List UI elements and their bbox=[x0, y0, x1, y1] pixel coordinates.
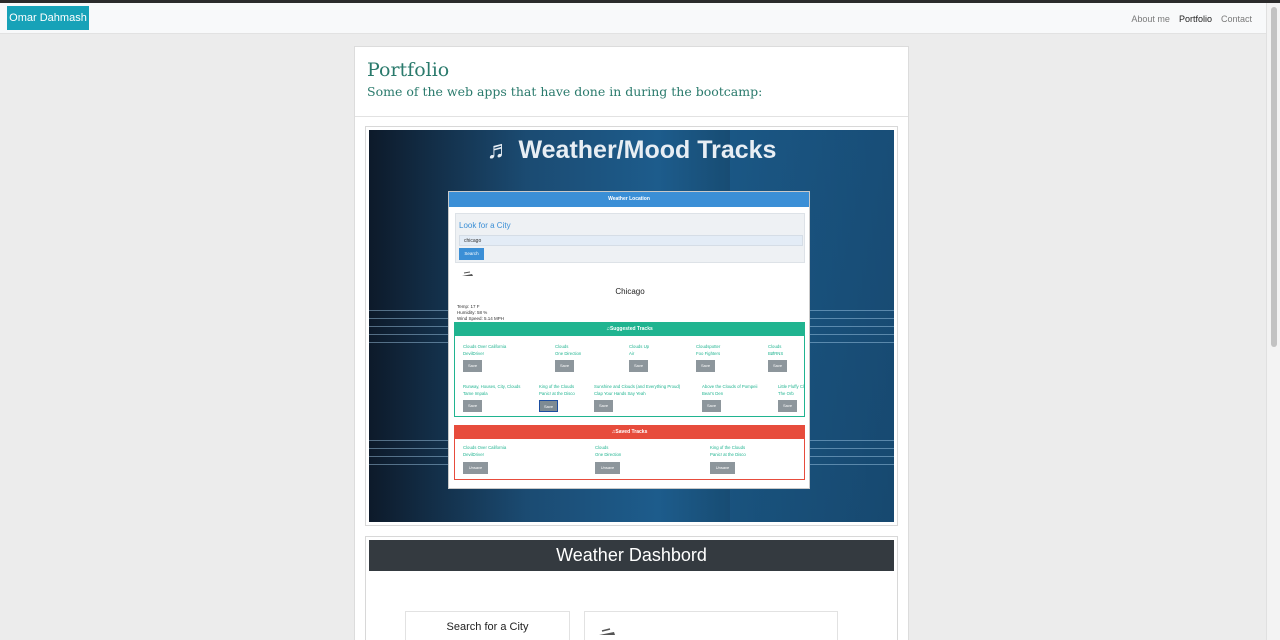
track-title: Above the Clouds of Pompeii bbox=[702, 384, 758, 389]
track-artist: The Orb bbox=[778, 391, 794, 396]
track-artist: Bear's Den bbox=[702, 391, 724, 396]
page-subtitle: Some of the web apps that have done in d… bbox=[367, 84, 763, 99]
saved-tracks-panel: ♫Saved Tracks Clouds Over California Devi… bbox=[454, 425, 805, 480]
project-title-text: Weather/Mood Tracks bbox=[518, 136, 777, 164]
suggested-tracks-label: Suggested Tracks bbox=[609, 326, 653, 332]
cloud-icon bbox=[462, 271, 473, 276]
portfolio-card: Portfolio Some of the web apps that have… bbox=[354, 46, 909, 640]
track-artist: One Direction bbox=[595, 452, 622, 457]
nav-links: About me Portfolio Contact bbox=[1131, 3, 1252, 34]
track-artist: Air bbox=[629, 351, 635, 356]
saved-tracks-label: Saved Tracks bbox=[615, 429, 648, 435]
save-button: Save bbox=[629, 360, 648, 372]
look-title: Look for a City bbox=[459, 221, 511, 230]
saved-track-item: Clouds One Direction bbox=[595, 444, 621, 458]
track-artist: Tame Impala bbox=[463, 391, 488, 396]
unsave-button: Unsave bbox=[595, 462, 620, 474]
track-artist: Panic! at the Disco bbox=[539, 391, 575, 396]
track-artist: BØRNS bbox=[768, 351, 784, 356]
project-weather-dashboard[interactable]: Weather Dashbord Search for a City bbox=[365, 536, 898, 640]
track-title: Clouds Up bbox=[629, 344, 650, 349]
music-note-icon: ♬ bbox=[486, 136, 512, 164]
track-item: Little Fluffy Clo... The Orb bbox=[778, 383, 804, 397]
track-item: Sunshine and Clouds (and Everything Prou… bbox=[594, 383, 680, 397]
track-title: Cloudspotter bbox=[696, 344, 721, 349]
track-item: Runway, Houses, City, Clouds Tame Impala bbox=[463, 383, 520, 397]
cloud-icon bbox=[599, 628, 615, 635]
temp-text: Temp: 17 F bbox=[457, 304, 480, 309]
track-artist: DevilDriver bbox=[463, 452, 485, 457]
track-title: Clouds Over California bbox=[463, 344, 507, 349]
track-title: Clouds bbox=[768, 344, 782, 349]
humidity-text: Humidity: 58 % bbox=[457, 310, 488, 315]
search-city-title: Search for a City bbox=[446, 621, 529, 633]
track-title: Runway, Houses, City, Clouds bbox=[463, 384, 521, 389]
page-title: Portfolio bbox=[367, 59, 450, 81]
track-item: Cloudspotter Foo Fighters bbox=[696, 343, 720, 357]
save-button: Save bbox=[463, 400, 482, 412]
track-item: Clouds Over California DevilDriver bbox=[463, 343, 506, 357]
nav-contact-link[interactable]: Contact bbox=[1221, 14, 1252, 24]
project-title: ♬ Weather/Mood Tracks bbox=[369, 136, 894, 165]
track-title: King of the Clouds bbox=[710, 445, 746, 450]
track-artist: One Direction bbox=[555, 351, 582, 356]
search-city-panel: Search for a City bbox=[405, 611, 570, 640]
track-title: Little Fluffy Clo... bbox=[778, 384, 804, 389]
city-search-input: chicago bbox=[459, 235, 803, 246]
track-item: Clouds Up Air bbox=[629, 343, 649, 357]
unsave-button: Unsave bbox=[463, 462, 488, 474]
save-button: Save bbox=[768, 360, 787, 372]
city-name: Chicago bbox=[615, 287, 645, 296]
track-title: King of the Clouds bbox=[539, 384, 575, 389]
save-button: Save bbox=[696, 360, 715, 372]
project-weather-mood-tracks[interactable]: ♬ Weather/Mood Tracks Weather Location L… bbox=[365, 126, 898, 526]
save-button-focused: Save bbox=[539, 400, 558, 412]
saved-track-item: Clouds Over California DevilDriver bbox=[463, 444, 506, 458]
save-button: Save bbox=[778, 400, 797, 412]
saved-track-item: King of the Clouds Panic! at the Disco bbox=[710, 444, 746, 458]
track-artist: Panic! at the Disco bbox=[710, 452, 746, 457]
track-artist: Foo Fighters bbox=[696, 351, 721, 356]
navbar: Omar Dahmash About me Portfolio Contact bbox=[0, 3, 1266, 34]
save-button: Save bbox=[463, 360, 482, 372]
nav-portfolio-link[interactable]: Portfolio bbox=[1179, 14, 1212, 24]
save-button: Save bbox=[555, 360, 574, 372]
brand-link[interactable]: Omar Dahmash bbox=[7, 6, 89, 30]
track-title: Clouds bbox=[555, 344, 569, 349]
city-search-panel: Look for a City chicago Search bbox=[455, 213, 805, 263]
search-button: Search bbox=[459, 248, 484, 260]
weather-app-screenshot: Weather Location Look for a City chicago… bbox=[448, 191, 810, 489]
track-item: Above the Clouds of Pompeii Bear's Den bbox=[702, 383, 757, 397]
wind-text: Wind Speed: 5.14 MPH bbox=[457, 316, 505, 321]
track-title: Clouds Over California bbox=[463, 445, 507, 450]
track-artist: Clap Your Hands Say Yeah bbox=[594, 391, 646, 396]
track-title: Clouds bbox=[595, 445, 609, 450]
suggested-tracks-panel: ♫Suggested Tracks Clouds Over California… bbox=[454, 322, 805, 417]
save-button: Save bbox=[702, 400, 721, 412]
track-artist: DevilDriver bbox=[463, 351, 485, 356]
suggested-tracks-header: ♫Suggested Tracks bbox=[455, 323, 804, 336]
project-screenshot: ♬ Weather/Mood Tracks Weather Location L… bbox=[369, 130, 894, 522]
weather-panel bbox=[584, 611, 838, 640]
scrollbar-thumb[interactable] bbox=[1271, 7, 1277, 347]
nav-about-link[interactable]: About me bbox=[1131, 14, 1170, 24]
page-scrollbar[interactable] bbox=[1266, 3, 1280, 640]
track-item: King of the Clouds Panic! at the Disco bbox=[539, 383, 575, 397]
track-title: Sunshine and Clouds (and Everything Prou… bbox=[594, 384, 681, 389]
unsave-button: Unsave bbox=[710, 462, 735, 474]
track-item: Clouds One Direction bbox=[555, 343, 581, 357]
card-header: Portfolio Some of the web apps that have… bbox=[355, 47, 908, 117]
track-item: Clouds BØRNS bbox=[768, 343, 783, 357]
project-title: Weather Dashbord bbox=[369, 540, 894, 571]
save-button: Save bbox=[594, 400, 613, 412]
app-header: Weather Location bbox=[449, 192, 809, 207]
saved-tracks-header: ♫Saved Tracks bbox=[455, 426, 804, 439]
